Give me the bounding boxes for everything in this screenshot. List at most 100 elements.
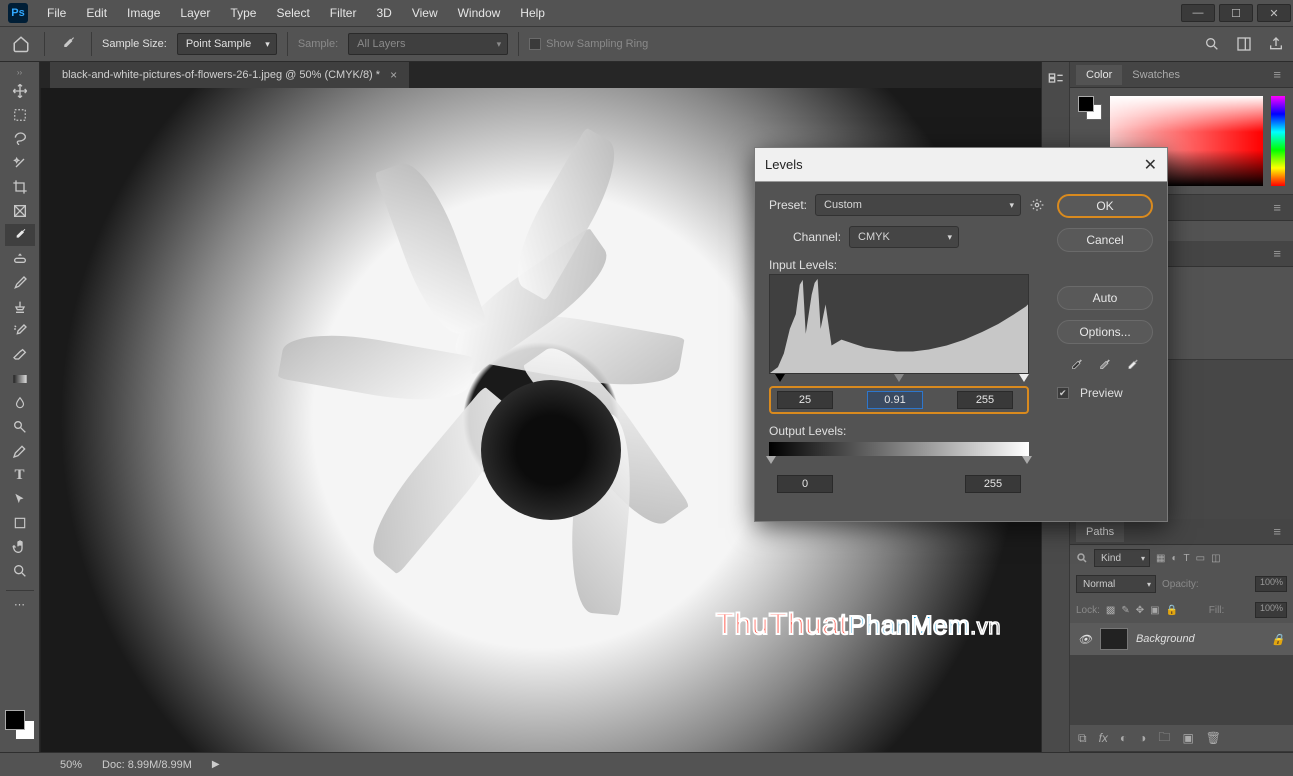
- input-mid-field[interactable]: 0.91: [867, 391, 923, 409]
- input-white-field[interactable]: 255: [957, 391, 1013, 409]
- preview-checkbox[interactable]: [1057, 387, 1069, 399]
- frame-tool[interactable]: [5, 200, 35, 222]
- window-close-button[interactable]: ✕: [1257, 4, 1291, 22]
- menu-filter[interactable]: Filter: [321, 2, 366, 24]
- menu-help[interactable]: Help: [511, 2, 554, 24]
- filter-type-icon[interactable]: T: [1184, 553, 1190, 564]
- color-mini-swatch[interactable]: [1078, 96, 1102, 120]
- new-layer-icon[interactable]: ▣: [1182, 731, 1193, 745]
- preset-menu-icon[interactable]: [1029, 197, 1045, 213]
- menu-type[interactable]: Type: [221, 2, 265, 24]
- path-selection-tool[interactable]: [5, 488, 35, 510]
- workspace-switcher-icon[interactable]: [1235, 35, 1253, 53]
- lock-transparency-icon[interactable]: ▩: [1106, 605, 1115, 616]
- input-sliders[interactable]: [769, 374, 1029, 386]
- hue-slider[interactable]: [1271, 96, 1285, 186]
- lock-paint-icon[interactable]: ✎: [1121, 605, 1129, 616]
- lasso-tool[interactable]: [5, 128, 35, 150]
- output-gradient[interactable]: [769, 442, 1029, 456]
- dodge-tool[interactable]: [5, 416, 35, 438]
- output-white-slider[interactable]: [1022, 456, 1032, 464]
- tab-color[interactable]: Color: [1076, 65, 1122, 85]
- input-black-field[interactable]: 25: [777, 391, 833, 409]
- rectangular-marquee-tool[interactable]: [5, 104, 35, 126]
- eyedropper-icon[interactable]: [55, 31, 81, 57]
- blend-mode-dropdown[interactable]: Normal: [1076, 575, 1156, 593]
- layer-background[interactable]: 👁 Background 🔒: [1070, 623, 1293, 655]
- delete-layer-icon[interactable]: 🗑: [1206, 731, 1221, 745]
- magic-wand-tool[interactable]: [5, 152, 35, 174]
- window-maximize-button[interactable]: ☐: [1219, 4, 1253, 22]
- black-eyedropper-icon[interactable]: [1068, 358, 1086, 376]
- menu-layer[interactable]: Layer: [171, 2, 219, 24]
- show-sampling-ring-checkbox[interactable]: Show Sampling Ring: [529, 38, 648, 50]
- ok-button[interactable]: OK: [1057, 194, 1153, 218]
- menu-3d[interactable]: 3D: [367, 2, 400, 24]
- eyedropper-tool[interactable]: [5, 224, 35, 246]
- history-brush-tool[interactable]: [5, 320, 35, 342]
- layer-mask-icon[interactable]: ◐: [1120, 731, 1127, 745]
- crop-tool[interactable]: [5, 176, 35, 198]
- white-point-slider[interactable]: [1019, 374, 1029, 382]
- panel-menu-icon[interactable]: ≡: [1267, 524, 1287, 539]
- rectangle-tool[interactable]: [5, 512, 35, 534]
- search-icon[interactable]: [1076, 552, 1088, 564]
- layer-group-icon[interactable]: 🗀: [1158, 728, 1170, 749]
- color-swatches[interactable]: [5, 710, 35, 740]
- options-button[interactable]: Options...: [1057, 320, 1153, 344]
- search-icon[interactable]: [1203, 35, 1221, 53]
- link-layers-icon[interactable]: ⧉: [1078, 731, 1087, 746]
- tab-paths[interactable]: Paths: [1076, 522, 1124, 542]
- window-minimize-button[interactable]: —: [1181, 4, 1215, 22]
- blur-tool[interactable]: [5, 392, 35, 414]
- home-icon[interactable]: [8, 31, 34, 57]
- channel-dropdown[interactable]: CMYK: [849, 226, 959, 248]
- pen-tool[interactable]: [5, 440, 35, 462]
- lock-all-icon[interactable]: 🔒: [1166, 605, 1178, 616]
- tab-swatches[interactable]: Swatches: [1122, 65, 1190, 85]
- midtone-slider[interactable]: [894, 374, 904, 382]
- lock-position-icon[interactable]: ✥: [1136, 605, 1144, 616]
- auto-button[interactable]: Auto: [1057, 286, 1153, 310]
- close-tab-icon[interactable]: ×: [390, 68, 397, 82]
- cancel-button[interactable]: Cancel: [1057, 228, 1153, 252]
- opacity-input[interactable]: 100%: [1255, 576, 1287, 592]
- menu-select[interactable]: Select: [267, 2, 318, 24]
- adjustment-layer-icon[interactable]: ◑: [1139, 731, 1146, 745]
- menu-image[interactable]: Image: [118, 2, 169, 24]
- lock-artboard-icon[interactable]: ▣: [1150, 605, 1159, 616]
- output-black-slider[interactable]: [766, 456, 776, 464]
- edit-toolbar-icon[interactable]: ⋯: [5, 593, 35, 615]
- spot-healing-brush-tool[interactable]: [5, 248, 35, 270]
- menu-view[interactable]: View: [403, 2, 447, 24]
- hand-tool[interactable]: [5, 536, 35, 558]
- visibility-eye-icon[interactable]: 👁: [1078, 633, 1092, 646]
- layer-fx-icon[interactable]: fx: [1099, 731, 1108, 745]
- doc-info[interactable]: Doc: 8.99M/8.99M: [102, 759, 192, 771]
- dialog-close-button[interactable]: ✕: [1144, 155, 1157, 175]
- status-arrow-icon[interactable]: ▶: [212, 759, 220, 770]
- output-white-field[interactable]: 255: [965, 475, 1021, 493]
- document-tab[interactable]: black-and-white-pictures-of-flowers-26-1…: [50, 62, 409, 88]
- sample-size-dropdown[interactable]: Point Sample: [177, 33, 277, 55]
- filter-adjust-icon[interactable]: ◐: [1171, 553, 1177, 564]
- eraser-tool[interactable]: [5, 344, 35, 366]
- histogram[interactable]: [769, 274, 1029, 374]
- type-tool[interactable]: T: [5, 464, 35, 486]
- layer-filter-dropdown[interactable]: Kind: [1094, 549, 1150, 567]
- menu-window[interactable]: Window: [449, 2, 510, 24]
- zoom-level[interactable]: 50%: [60, 759, 82, 771]
- preset-dropdown[interactable]: Custom: [815, 194, 1021, 216]
- fill-input[interactable]: 100%: [1255, 602, 1287, 618]
- toolbar-grip-icon[interactable]: ››: [3, 68, 37, 78]
- foreground-color-swatch[interactable]: [5, 710, 25, 730]
- panel-menu-icon[interactable]: ≡: [1267, 67, 1287, 82]
- menu-edit[interactable]: Edit: [77, 2, 116, 24]
- filter-pixel-icon[interactable]: ▦: [1156, 553, 1165, 564]
- black-point-slider[interactable]: [775, 374, 785, 382]
- filter-shape-icon[interactable]: ▭: [1196, 553, 1205, 564]
- brush-tool[interactable]: [5, 272, 35, 294]
- menu-file[interactable]: File: [38, 2, 75, 24]
- panel-menu-icon[interactable]: ≡: [1267, 200, 1287, 215]
- gradient-tool[interactable]: [5, 368, 35, 390]
